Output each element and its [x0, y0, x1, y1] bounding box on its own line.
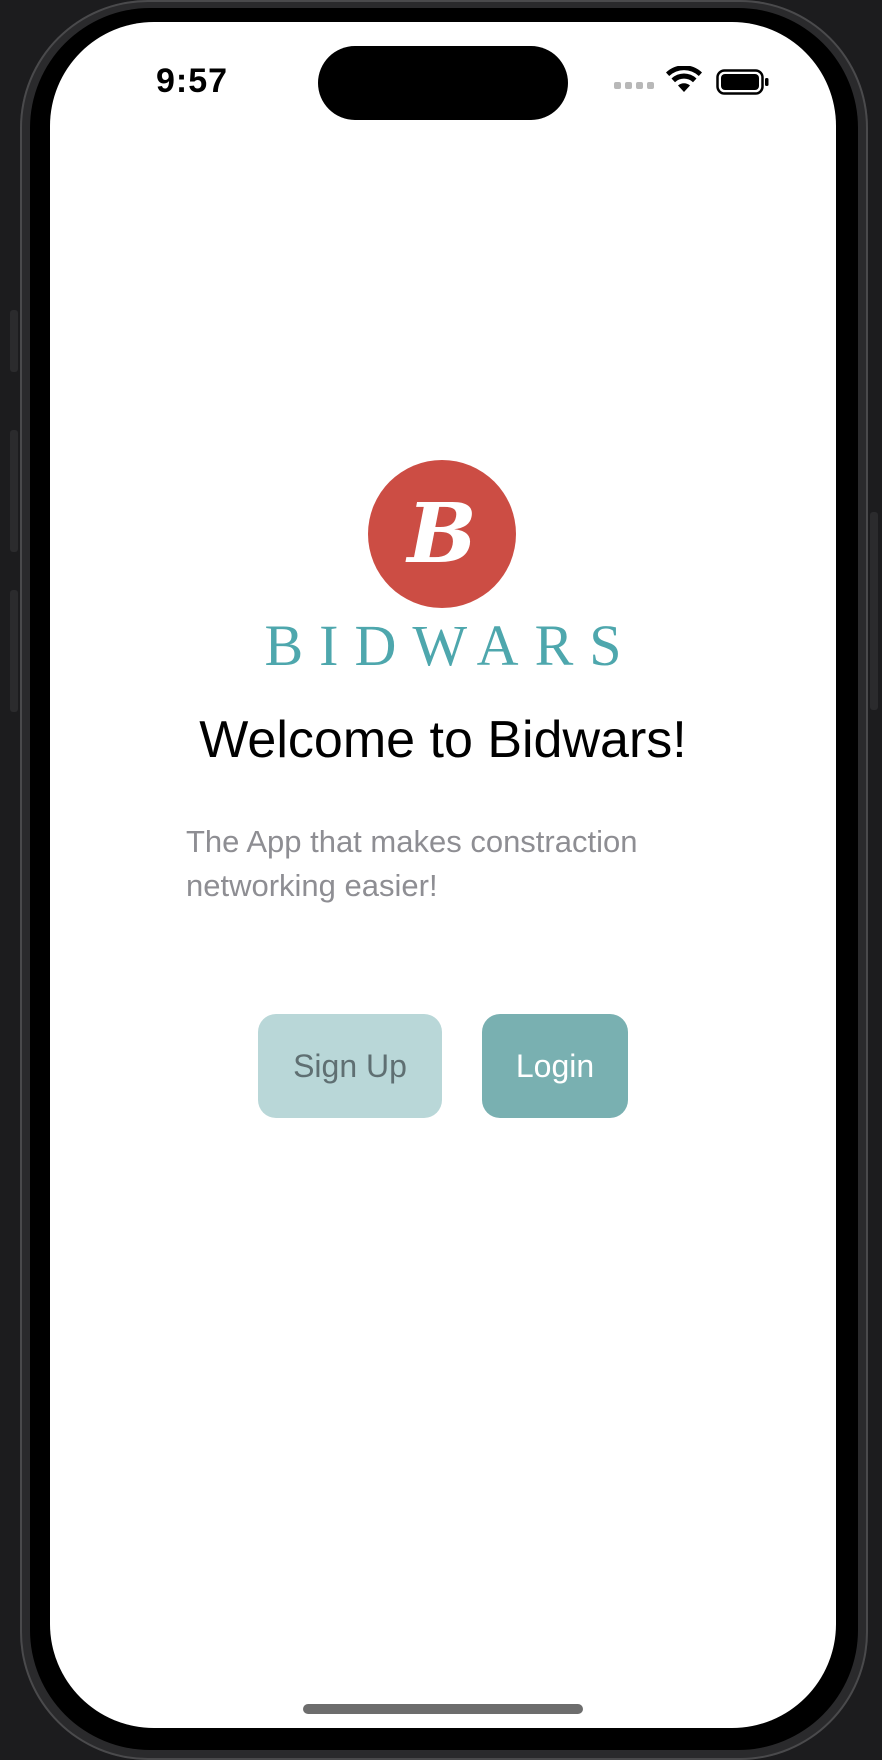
welcome-title: Welcome to Bidwars!	[199, 711, 687, 769]
action-button	[10, 310, 18, 372]
welcome-subtitle: The App that makes constraction networki…	[186, 824, 638, 903]
home-indicator[interactable]	[303, 1704, 583, 1714]
dynamic-island	[318, 46, 568, 120]
battery-icon	[716, 69, 769, 95]
power-button	[870, 512, 878, 710]
login-button[interactable]: Login	[482, 1014, 628, 1118]
sign-up-button[interactable]: Sign Up	[258, 1014, 442, 1118]
app-screen: 9:57 B BIDWARS Welcome to Bidwars! The A…	[50, 22, 836, 1728]
logo-monogram: B	[407, 486, 477, 582]
logo-wordmark: BIDWARS	[264, 613, 638, 678]
wifi-icon	[666, 66, 702, 92]
volume-down-button	[10, 590, 18, 712]
status-time: 9:57	[156, 62, 229, 100]
cellular-signal-icon	[614, 82, 654, 89]
volume-up-button	[10, 430, 18, 552]
